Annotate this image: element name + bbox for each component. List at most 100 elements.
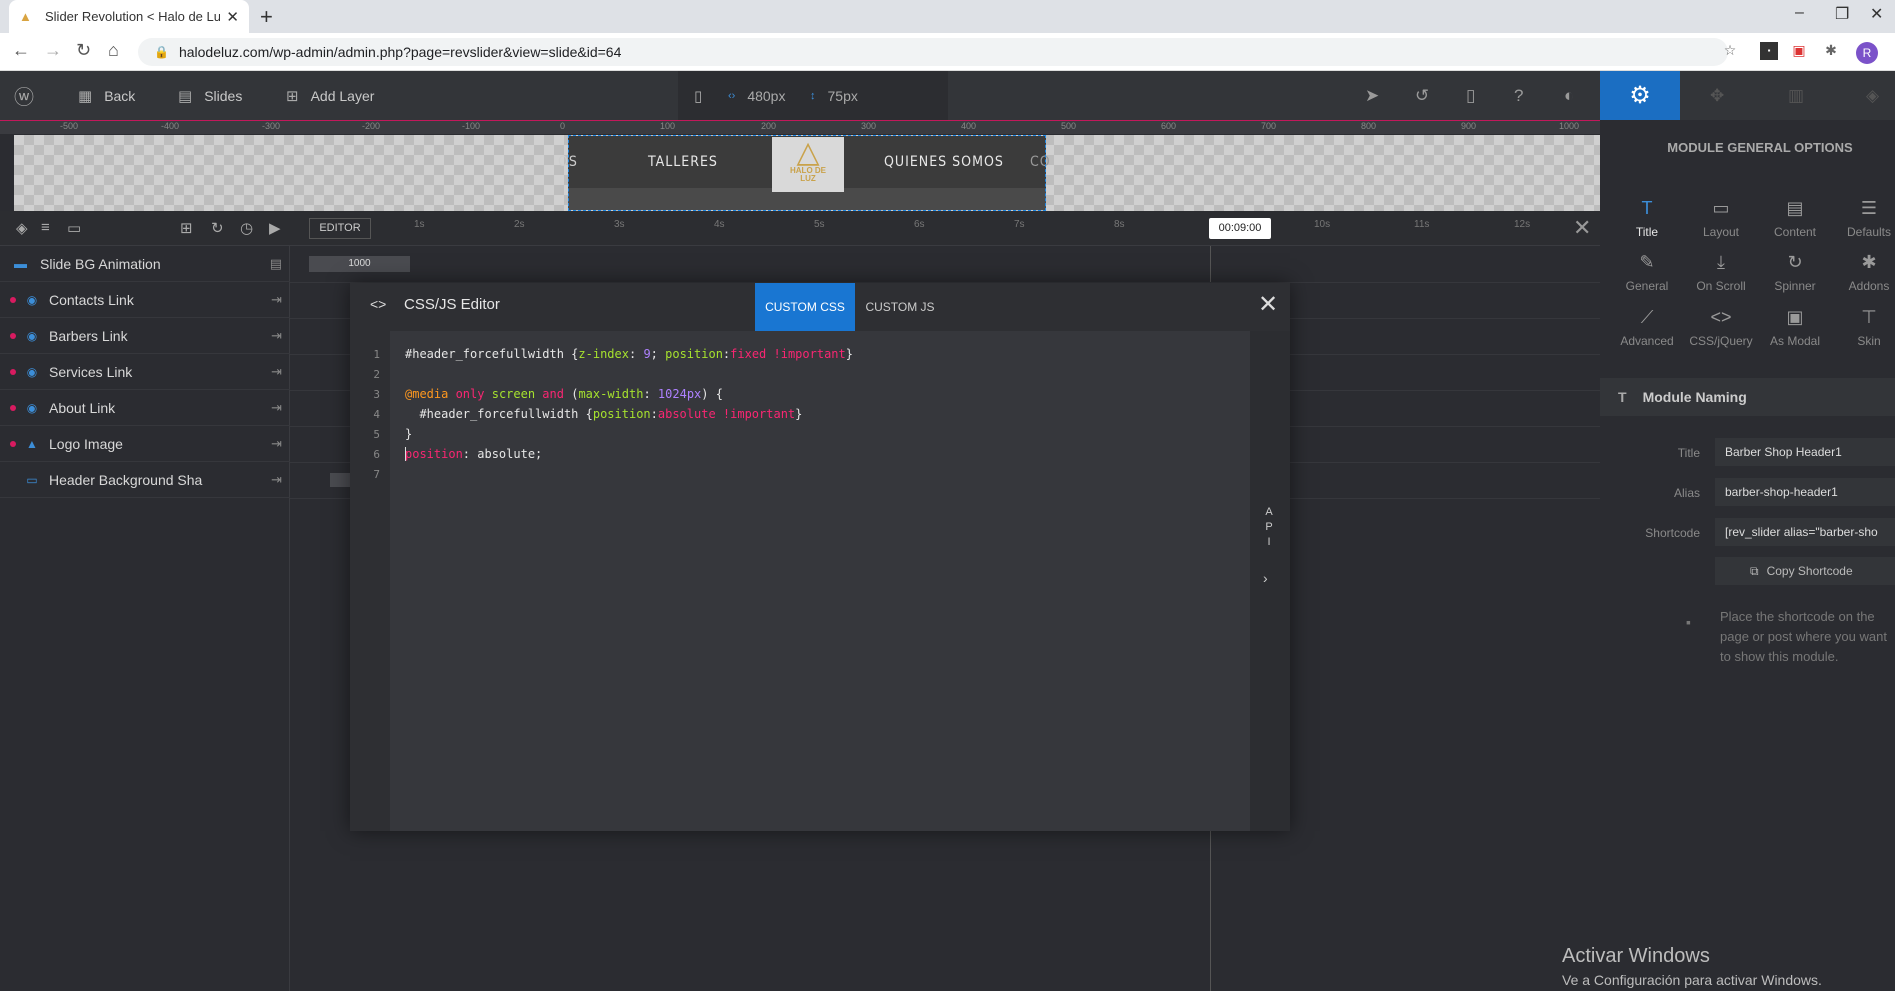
layer-row-services-link[interactable]: ◉ Services Link ⇥ <box>0 354 290 390</box>
pointer-icon[interactable]: ➤ <box>1365 71 1379 120</box>
api-side-strip[interactable] <box>1250 331 1290 831</box>
shortcode-label: Shortcode <box>1645 526 1700 540</box>
tab-custom-css[interactable]: CUSTOM CSS <box>755 283 855 331</box>
ruler-tick: -100 <box>462 121 481 131</box>
horizontal-ruler <box>0 120 1600 134</box>
panel-title: MODULE GENERAL OPTIONS <box>1667 140 1853 155</box>
circle-icon: ◉ <box>26 364 38 379</box>
code-line-6[interactable]: position: absolute; <box>405 447 542 461</box>
tab-content[interactable]: ▤ Content <box>1758 198 1832 239</box>
tab-defaults[interactable]: ☰ Defaults <box>1832 198 1895 239</box>
title-input[interactable]: Barber Shop Header1 <box>1715 438 1895 466</box>
extensions-puzzle-icon[interactable]: ✱ <box>1822 42 1840 60</box>
url-bar[interactable]: 🔒 halodeluz.com/wp-admin/admin.php?page=… <box>138 38 1728 66</box>
tab-css-jquery[interactable]: <> CSS/jQuery <box>1684 307 1758 348</box>
code-line-5[interactable]: } <box>405 427 412 441</box>
close-tab-icon[interactable]: ✕ <box>226 8 239 26</box>
bookmark-star-icon[interactable]: ☆ <box>1721 42 1739 60</box>
browser-tab[interactable]: ▲ Slider Revolution < Halo de Luz ✕ <box>9 0 249 33</box>
editor-label[interactable]: EDITOR <box>309 218 371 239</box>
chevron-right-icon[interactable]: › <box>1263 570 1268 586</box>
alias-input[interactable]: barber-shop-header1 <box>1715 478 1895 506</box>
layer-row-slide-bg-animation[interactable]: ▬ Slide BG Animation ▤ <box>0 246 290 282</box>
settings-gear-icon[interactable]: ⚙ <box>1600 71 1680 120</box>
height-field[interactable]: ↕ 75px <box>810 71 858 120</box>
layer-row-header-background[interactable]: ▭ Header Background Sha ⇥ <box>0 462 290 498</box>
tab-general[interactable]: ✎ General <box>1610 252 1684 293</box>
collapse-arrow-icon[interactable]: ⇥ <box>271 292 282 308</box>
media-icon[interactable]: ▤ <box>270 256 282 272</box>
tab-spinner[interactable]: ↻ Spinner <box>1758 252 1832 293</box>
collapse-arrow-icon[interactable]: ⇥ <box>271 436 282 452</box>
close-window-button[interactable]: ✕ <box>1870 4 1883 24</box>
add-layer-button[interactable]: ⊞ Add Layer <box>286 71 374 120</box>
collapse-arrow-icon[interactable]: ⇥ <box>271 328 282 344</box>
tab-skin[interactable]: ⊤ Skin <box>1832 307 1895 348</box>
tab-title[interactable]: T Title <box>1610 198 1684 239</box>
width-field[interactable]: ‹› 480px <box>728 71 785 120</box>
help-icon[interactable]: ? <box>1514 71 1523 120</box>
code-line-4[interactable]: #header_forcefullwidth {position:absolut… <box>405 407 802 421</box>
back-arrow-icon[interactable]: ← <box>12 40 30 61</box>
mobile-preview-icon[interactable]: ▯ <box>1466 71 1475 120</box>
undo-icon[interactable]: ↺ <box>1415 71 1429 120</box>
slides-button[interactable]: ▤ Slides <box>178 71 242 120</box>
layer-options-icon[interactable]: ✥ <box>1710 71 1724 120</box>
play-icon[interactable]: ▶ <box>269 219 281 237</box>
layer-row-barbers-link[interactable]: ◉ Barbers Link ⇥ <box>0 318 290 354</box>
line-number: 5 <box>373 428 380 441</box>
minimize-button[interactable]: – <box>1795 4 1804 22</box>
shortcode-input[interactable]: [rev_slider alias="barber-sho <box>1715 518 1895 546</box>
extension-icon[interactable]: ▪ <box>1760 42 1778 60</box>
ruler-tick: 600 <box>1161 121 1177 131</box>
close-timeline-icon[interactable]: ✕ <box>1573 215 1591 241</box>
tab-addons[interactable]: ✱ Addons <box>1832 252 1895 293</box>
tab-layout[interactable]: ▭ Layout <box>1684 198 1758 239</box>
restore-button[interactable]: ❐ <box>1835 4 1849 24</box>
code-line-1[interactable]: #header_forcefullwidth {z-index: 9; posi… <box>405 347 853 361</box>
fit-icon[interactable]: ⊞ <box>180 219 193 237</box>
layers-stack-icon[interactable]: ◈ <box>1866 71 1879 120</box>
collapse-arrow-icon[interactable]: ⇥ <box>271 400 282 416</box>
contrast-icon[interactable]: ◐ <box>1564 71 1574 120</box>
layer-name: Logo Image <box>49 435 123 452</box>
collapse-arrow-icon[interactable]: ⇥ <box>271 472 282 488</box>
tab-as-modal[interactable]: ▣ As Modal <box>1758 307 1832 348</box>
duration-bar[interactable]: 1000 <box>309 256 410 272</box>
code-line-3[interactable]: @media only screen and (max-width: 1024p… <box>405 387 723 401</box>
api-label[interactable]: A P I <box>1262 505 1276 550</box>
circle-icon: ◉ <box>26 328 38 343</box>
device-mobile-icon[interactable]: ▯ <box>694 71 714 120</box>
back-button[interactable]: ▦ Back <box>78 71 135 120</box>
tab-custom-js[interactable]: CUSTOM JS <box>855 283 945 331</box>
collapse-arrow-icon[interactable]: ⇥ <box>271 364 282 380</box>
ruler-tick: 700 <box>1261 121 1277 131</box>
line-number: 2 <box>373 368 380 381</box>
new-tab-button[interactable]: + <box>260 4 273 30</box>
slide-options-icon[interactable]: ▥ <box>1788 71 1804 120</box>
reload-icon[interactable]: ↻ <box>76 40 91 61</box>
loop-icon[interactable]: ↻ <box>211 219 224 237</box>
forward-arrow-icon[interactable]: → <box>44 40 62 61</box>
tab-on-scroll[interactable]: ⤓ On Scroll <box>1684 252 1758 293</box>
folder-icon[interactable]: ▭ <box>67 219 81 237</box>
layer-timeline-bar[interactable] <box>330 473 350 487</box>
tab-advanced[interactable]: ⟋ Advanced <box>1610 307 1684 348</box>
layers-icon[interactable]: ◈ <box>16 219 28 237</box>
layer-row-about-link[interactable]: ◉ About Link ⇥ <box>0 390 290 426</box>
cast-icon[interactable]: ▣ <box>1790 42 1808 60</box>
list-icon[interactable]: ≡ <box>41 219 50 236</box>
copy-shortcode-button[interactable]: ⧉ Copy Shortcode <box>1715 557 1895 585</box>
profile-avatar[interactable]: R <box>1856 42 1878 64</box>
layer-row-contacts-link[interactable]: ◉ Contacts Link ⇥ <box>0 282 290 318</box>
layer-row-logo-image[interactable]: ▲ Logo Image ⇥ <box>0 426 290 462</box>
lock-icon: 🔒 <box>154 45 169 59</box>
close-icon[interactable]: ✕ <box>1258 290 1278 319</box>
current-time-display[interactable]: 00:09:00 <box>1209 218 1271 239</box>
ruler-tick: 900 <box>1461 121 1477 131</box>
timeline-tick: 6s <box>914 219 925 230</box>
home-icon[interactable]: ⌂ <box>108 40 119 61</box>
wordpress-logo-icon[interactable]: ⓦ <box>14 71 46 120</box>
module-naming-header[interactable]: T Module Naming <box>1600 378 1895 416</box>
timer-icon[interactable]: ◷ <box>240 219 253 237</box>
